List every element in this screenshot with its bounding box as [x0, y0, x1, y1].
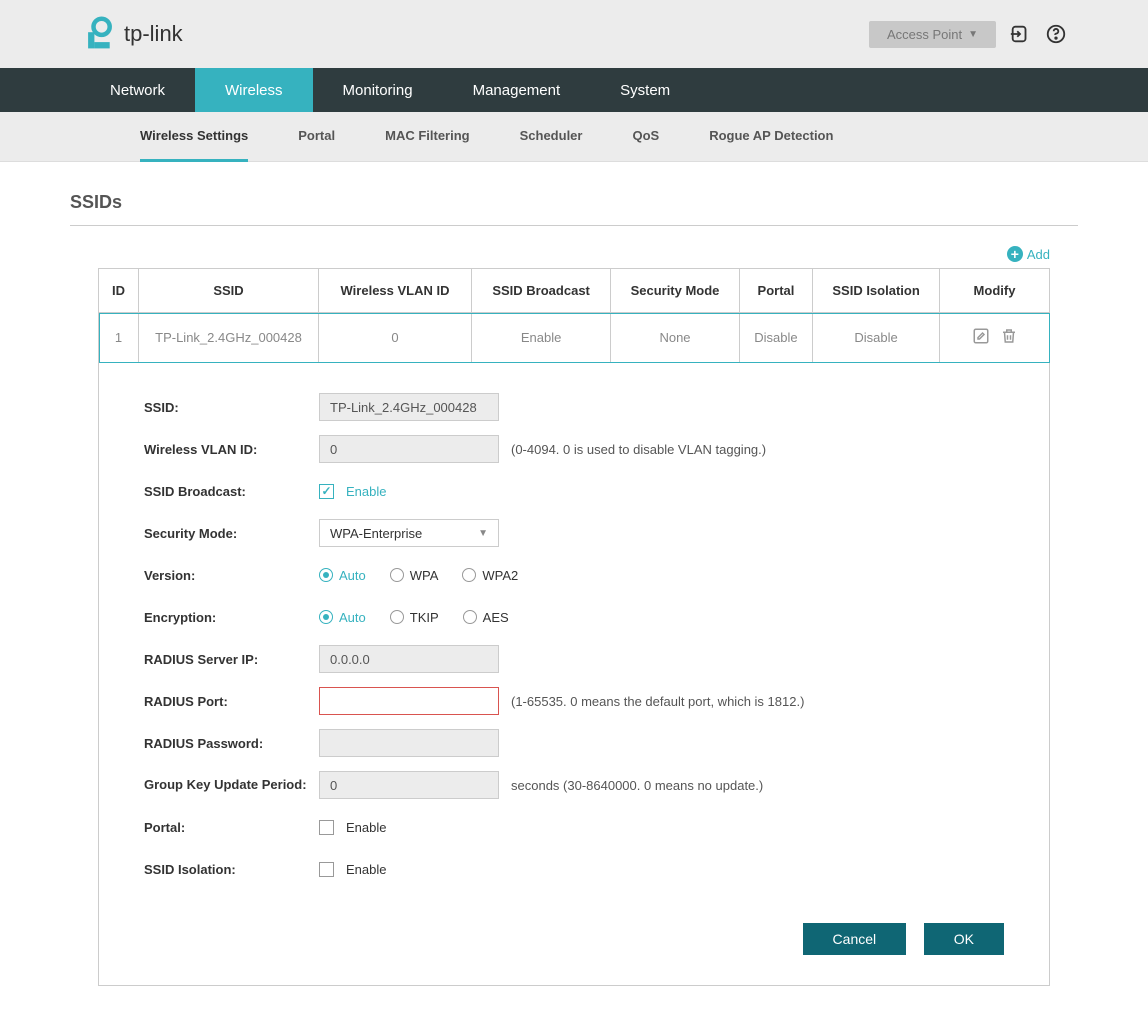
- nav-monitoring[interactable]: Monitoring: [313, 68, 443, 112]
- cell-isolation: Disable: [813, 313, 940, 363]
- add-label: Add: [1027, 247, 1050, 262]
- ok-button[interactable]: OK: [924, 923, 1004, 955]
- input-radius-port[interactable]: [319, 687, 499, 715]
- sub-nav: Wireless Settings Portal MAC Filtering S…: [0, 112, 1148, 162]
- th-id: ID: [99, 269, 139, 313]
- th-vlan: Wireless VLAN ID: [319, 269, 472, 313]
- checkbox-isolation[interactable]: [319, 862, 334, 877]
- radio-version-wpa[interactable]: WPA: [390, 568, 439, 583]
- label-gkup: Group Key Update Period:: [144, 777, 319, 794]
- add-ssid-button[interactable]: + Add: [1007, 246, 1050, 262]
- logout-icon[interactable]: [1008, 22, 1032, 46]
- label-vlan: Wireless VLAN ID:: [144, 442, 319, 457]
- input-radius-ip[interactable]: [319, 645, 499, 673]
- nav-management[interactable]: Management: [443, 68, 591, 112]
- label-security: Security Mode:: [144, 526, 319, 541]
- helper-radius-port: (1-65535. 0 means the default port, whic…: [511, 694, 804, 709]
- label-radius-ip: RADIUS Server IP:: [144, 652, 319, 667]
- ssid-form: SSID: Wireless VLAN ID: (0-4094. 0 is us…: [98, 363, 1050, 986]
- radio-enc-auto[interactable]: Auto: [319, 610, 366, 625]
- tplink-logo-icon: [80, 16, 116, 52]
- cancel-button[interactable]: Cancel: [803, 923, 907, 955]
- cell-vlan: 0: [319, 313, 472, 363]
- th-security: Security Mode: [611, 269, 740, 313]
- th-broadcast: SSID Broadcast: [472, 269, 611, 313]
- cell-ssid: TP-Link_2.4GHz_000428: [139, 313, 319, 363]
- nav-network[interactable]: Network: [80, 68, 195, 112]
- subnav-wireless-settings[interactable]: Wireless Settings: [140, 112, 248, 162]
- input-gkup[interactable]: [319, 771, 499, 799]
- input-ssid[interactable]: [319, 393, 499, 421]
- topbar-actions: Access Point ▼: [869, 21, 1068, 48]
- radio-enc-tkip[interactable]: TKIP: [390, 610, 439, 625]
- label-ssid: SSID:: [144, 400, 319, 415]
- delete-icon[interactable]: [1000, 327, 1018, 348]
- select-security-mode[interactable]: WPA-Enterprise ▼: [319, 519, 499, 547]
- subnav-scheduler[interactable]: Scheduler: [520, 112, 583, 162]
- table-row[interactable]: 1 TP-Link_2.4GHz_000428 0 Enable None Di…: [99, 313, 1050, 363]
- mode-label: Access Point: [887, 27, 962, 42]
- cell-portal: Disable: [739, 313, 812, 363]
- checkbox-broadcast[interactable]: ✓: [319, 484, 334, 499]
- label-encryption: Encryption:: [144, 610, 319, 625]
- th-ssid: SSID: [139, 269, 319, 313]
- checkbox-isolation-label: Enable: [346, 862, 386, 877]
- cell-security: None: [611, 313, 740, 363]
- ssid-table: ID SSID Wireless VLAN ID SSID Broadcast …: [98, 268, 1050, 363]
- th-modify: Modify: [940, 269, 1050, 313]
- content: SSIDs + Add ID SSID Wireless VLAN ID SSI…: [0, 162, 1148, 1016]
- label-portal: Portal:: [144, 820, 319, 835]
- topbar: tp-link Access Point ▼: [0, 0, 1148, 68]
- label-broadcast: SSID Broadcast:: [144, 484, 319, 499]
- cell-id: 1: [99, 313, 139, 363]
- chevron-down-icon: ▼: [968, 29, 978, 40]
- plus-icon: +: [1007, 246, 1023, 262]
- label-radius-pw: RADIUS Password:: [144, 736, 319, 751]
- help-icon[interactable]: [1044, 22, 1068, 46]
- label-version: Version:: [144, 568, 319, 583]
- radio-version-auto[interactable]: Auto: [319, 568, 366, 583]
- radio-enc-aes[interactable]: AES: [463, 610, 509, 625]
- subnav-rogue-ap[interactable]: Rogue AP Detection: [709, 112, 833, 162]
- mode-selector[interactable]: Access Point ▼: [869, 21, 996, 48]
- th-isolation: SSID Isolation: [813, 269, 940, 313]
- subnav-mac-filtering[interactable]: MAC Filtering: [385, 112, 470, 162]
- input-vlan[interactable]: [319, 435, 499, 463]
- chevron-down-icon: ▼: [478, 528, 488, 539]
- brand-text: tp-link: [124, 21, 183, 47]
- subnav-portal[interactable]: Portal: [298, 112, 335, 162]
- subnav-qos[interactable]: QoS: [632, 112, 659, 162]
- checkbox-portal-label: Enable: [346, 820, 386, 835]
- checkbox-broadcast-label: Enable: [346, 484, 386, 499]
- helper-vlan: (0-4094. 0 is used to disable VLAN taggi…: [511, 442, 766, 457]
- section-title: SSIDs: [70, 192, 1078, 226]
- label-isolation: SSID Isolation:: [144, 862, 319, 877]
- radio-version-wpa2[interactable]: WPA2: [462, 568, 518, 583]
- nav-system[interactable]: System: [590, 68, 700, 112]
- th-portal: Portal: [739, 269, 812, 313]
- nav-wireless[interactable]: Wireless: [195, 68, 313, 112]
- input-radius-password[interactable]: [319, 729, 499, 757]
- label-radius-port: RADIUS Port:: [144, 694, 319, 709]
- select-security-value: WPA-Enterprise: [330, 526, 422, 541]
- helper-gkup: seconds (30-8640000. 0 means no update.): [511, 778, 763, 793]
- main-nav: Network Wireless Monitoring Management S…: [0, 68, 1148, 112]
- checkbox-portal[interactable]: [319, 820, 334, 835]
- logo: tp-link: [80, 16, 183, 52]
- cell-broadcast: Enable: [472, 313, 611, 363]
- edit-icon[interactable]: [972, 327, 990, 348]
